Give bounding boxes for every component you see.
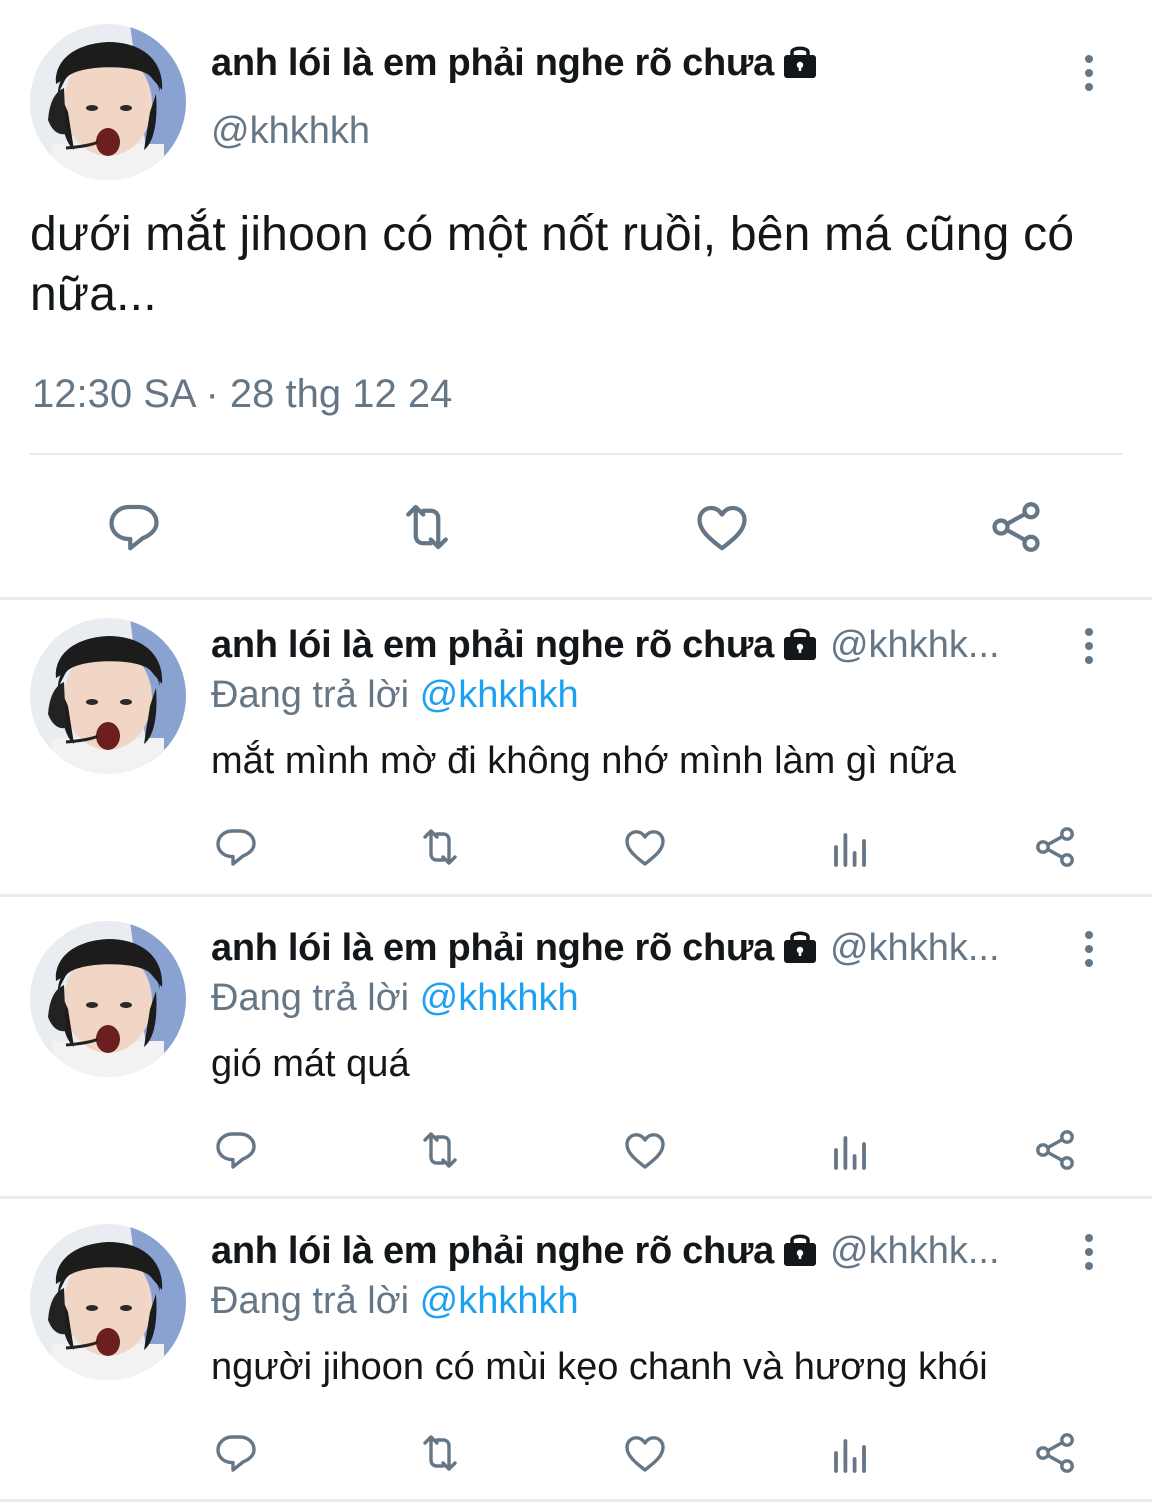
lock-icon bbox=[780, 626, 820, 660]
like-icon[interactable] bbox=[692, 497, 752, 557]
display-name-text: anh lói là em phải nghe rõ chưa bbox=[211, 42, 774, 84]
reply-tweet[interactable]: anh lói là em phải nghe rõ chưa @khkhk...… bbox=[0, 1204, 1152, 1503]
display-name[interactable]: anh lói là em phải nghe rõ chưa bbox=[211, 624, 774, 666]
like-icon[interactable] bbox=[621, 1429, 669, 1477]
replying-to: Đang trả lời @khkhkh bbox=[211, 674, 579, 717]
reply-icon[interactable] bbox=[212, 1429, 260, 1477]
more-options-icon[interactable] bbox=[1079, 55, 1099, 99]
share-icon[interactable] bbox=[1031, 1126, 1079, 1174]
retweet-icon[interactable] bbox=[416, 1429, 464, 1477]
reply-tweet[interactable]: anh lói là em phải nghe rõ chưa @khkhk...… bbox=[0, 901, 1152, 1201]
stats-icon[interactable] bbox=[826, 1429, 874, 1477]
reply-icon[interactable] bbox=[212, 1126, 260, 1174]
user-handle[interactable]: @khkhk... bbox=[830, 927, 1000, 969]
replying-label: Đang trả lời bbox=[211, 1280, 420, 1322]
share-icon[interactable] bbox=[986, 497, 1046, 557]
replying-label: Đang trả lời bbox=[211, 977, 420, 1019]
main-tweet: anh lói là em phải nghe rõ chưa @khkhkh … bbox=[0, 0, 1152, 598]
avatar[interactable] bbox=[30, 24, 186, 180]
share-icon[interactable] bbox=[1031, 1429, 1079, 1477]
avatar[interactable] bbox=[30, 1224, 186, 1380]
more-options-icon[interactable] bbox=[1079, 1234, 1099, 1278]
reply-header: anh lói là em phải nghe rõ chưa @khkhk... bbox=[211, 927, 1051, 970]
reply-tweet[interactable]: anh lói là em phải nghe rõ chưa @khkhk...… bbox=[0, 598, 1152, 898]
retweet-icon[interactable] bbox=[397, 497, 457, 557]
replying-label: Đang trả lời bbox=[211, 674, 420, 716]
separator bbox=[0, 894, 1152, 897]
retweet-icon[interactable] bbox=[416, 823, 464, 871]
user-handle[interactable]: @khkhk... bbox=[830, 624, 1000, 666]
share-icon[interactable] bbox=[1031, 823, 1079, 871]
mention-link[interactable]: @khkhkh bbox=[420, 977, 579, 1019]
tweet-text: dưới mắt jihoon có một nốt ruồi, bên má … bbox=[30, 208, 1075, 321]
divider bbox=[30, 453, 1122, 455]
reply-text: gió mát quá bbox=[211, 1043, 410, 1085]
replying-to: Đang trả lời @khkhkh bbox=[211, 977, 579, 1020]
reply-text: người jihoon có mùi kẹo chanh và hương k… bbox=[211, 1346, 988, 1388]
user-handle[interactable]: @khkhk... bbox=[830, 1230, 1000, 1272]
like-icon[interactable] bbox=[621, 823, 669, 871]
lock-icon bbox=[780, 929, 820, 963]
lock-icon bbox=[780, 44, 820, 78]
like-icon[interactable] bbox=[621, 1126, 669, 1174]
display-name[interactable]: anh lói là em phải nghe rõ chưa bbox=[211, 927, 774, 969]
mention-link[interactable]: @khkhkh bbox=[420, 674, 579, 716]
more-options-icon[interactable] bbox=[1079, 628, 1099, 672]
reply-icon[interactable] bbox=[212, 823, 260, 871]
reply-icon[interactable] bbox=[104, 497, 164, 557]
replying-to: Đang trả lời @khkhkh bbox=[211, 1280, 579, 1323]
user-handle[interactable]: @khkhkh bbox=[211, 110, 370, 153]
separator bbox=[0, 1499, 1152, 1502]
tweet-timestamp: 12:30 SA · 28 thg 12 24 bbox=[32, 372, 453, 416]
retweet-icon[interactable] bbox=[416, 1126, 464, 1174]
more-options-icon[interactable] bbox=[1079, 931, 1099, 975]
reply-header: anh lói là em phải nghe rõ chưa @khkhk... bbox=[211, 1230, 1051, 1273]
separator bbox=[0, 1196, 1152, 1199]
avatar[interactable] bbox=[30, 618, 186, 774]
avatar[interactable] bbox=[30, 921, 186, 1077]
display-name[interactable]: anh lói là em phải nghe rõ chưa bbox=[211, 42, 820, 85]
stats-icon[interactable] bbox=[826, 1126, 874, 1174]
mention-link[interactable]: @khkhkh bbox=[420, 1280, 579, 1322]
reply-text: mắt mình mờ đi không nhớ mình làm gì nữa bbox=[211, 740, 956, 782]
stats-icon[interactable] bbox=[826, 823, 874, 871]
lock-icon bbox=[780, 1232, 820, 1266]
display-name[interactable]: anh lói là em phải nghe rõ chưa bbox=[211, 1230, 774, 1272]
reply-header: anh lói là em phải nghe rõ chưa @khkhk... bbox=[211, 624, 1051, 667]
